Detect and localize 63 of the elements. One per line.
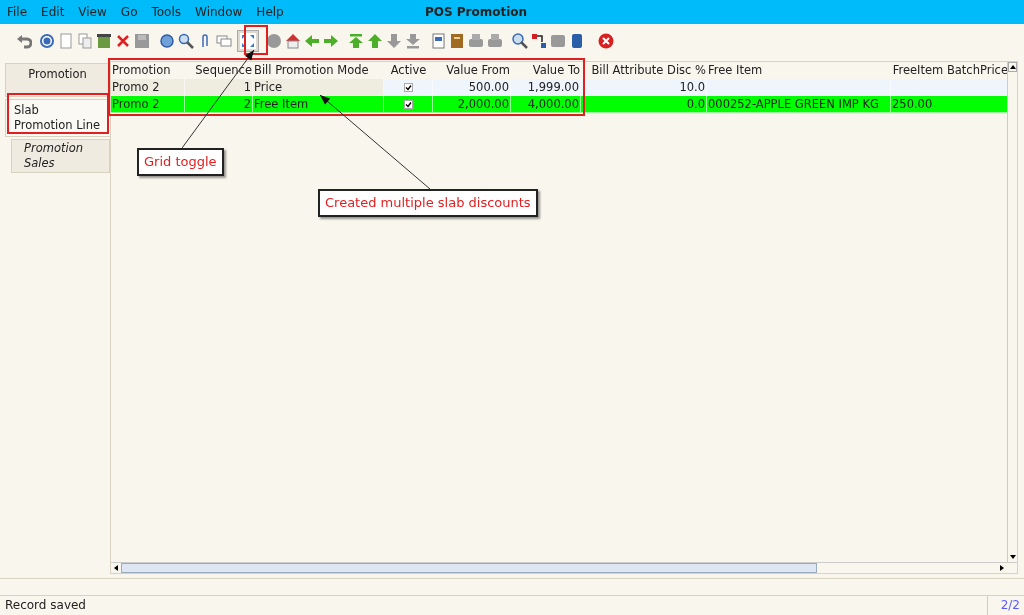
- report-icon[interactable]: [430, 33, 446, 49]
- column-header[interactable]: FreeItem BatchPrice: [891, 62, 1007, 79]
- table-cell: 000252-APPLE GREEN IMP KG: [707, 96, 891, 113]
- down-arrow-icon[interactable]: [386, 33, 402, 49]
- table-cell: 10.0: [581, 79, 707, 96]
- cabinet-icon[interactable]: [449, 33, 465, 49]
- record-count: 2/2: [999, 597, 1021, 614]
- status-message: Record saved: [0, 596, 988, 615]
- left-arrow-icon[interactable]: [304, 33, 320, 49]
- delete-cross-icon[interactable]: [115, 33, 131, 49]
- column-header[interactable]: Value From: [433, 62, 511, 79]
- table-cell: 0.0: [581, 96, 707, 113]
- callout-label: Created multiple slab discounts: [318, 189, 538, 217]
- column-header[interactable]: Value To: [511, 62, 581, 79]
- menu-item[interactable]: View: [78, 3, 107, 21]
- column-header[interactable]: Free Item: [707, 62, 891, 79]
- table-cell: 4,000.00: [511, 96, 581, 113]
- up-arrow-icon[interactable]: [367, 33, 383, 49]
- callout-label: Grid toggle: [137, 148, 224, 176]
- search-icon[interactable]: [178, 33, 194, 49]
- table-cell: 250.00: [891, 96, 1007, 113]
- checkbox[interactable]: [403, 82, 413, 92]
- menu-item[interactable]: Help: [256, 3, 284, 21]
- checkbox[interactable]: [403, 99, 413, 109]
- undo-icon[interactable]: [16, 33, 32, 49]
- column-header[interactable]: Promotion: [111, 62, 185, 79]
- first-record-icon[interactable]: [348, 33, 364, 49]
- table-cell: Price: [253, 79, 384, 96]
- table-cell: 1,999.00: [511, 79, 581, 96]
- close-icon[interactable]: [598, 33, 614, 49]
- column-header[interactable]: Bill Attribute Disc %: [581, 62, 707, 79]
- last-record-icon[interactable]: [405, 33, 421, 49]
- side-tab[interactable]: Promotion Sales: [11, 139, 110, 173]
- menu-item[interactable]: File: [7, 3, 28, 21]
- table-cell: Promo 2: [111, 79, 185, 96]
- table-cell: 2: [185, 96, 253, 113]
- vertical-scrollbar[interactable]: [1007, 62, 1017, 562]
- table-cell: Promo 2: [111, 96, 185, 113]
- menu-item[interactable]: Window: [195, 3, 243, 21]
- column-header[interactable]: Bill Promotion Mode: [253, 62, 384, 79]
- right-arrow-icon[interactable]: [323, 33, 339, 49]
- table-cell: 1: [185, 79, 253, 96]
- move-records-icon[interactable]: [531, 33, 547, 49]
- menu-item[interactable]: Tools: [151, 3, 182, 21]
- printer-icon[interactable]: [468, 33, 484, 49]
- menu-item[interactable]: Edit: [41, 3, 65, 21]
- side-tab[interactable]: Slab Promotion Line: [5, 99, 110, 137]
- table-cell: Free Item: [253, 96, 384, 113]
- printer-icon[interactable]: [487, 33, 503, 49]
- table-cell: 2,000.00: [433, 96, 511, 113]
- table-cell: 500.00: [433, 79, 511, 96]
- grid-toggle-button[interactable]: [237, 30, 259, 52]
- scroll-thumb[interactable]: [121, 563, 817, 573]
- menu-item[interactable]: Go: [120, 3, 138, 21]
- column-header[interactable]: Sequence: [185, 62, 253, 79]
- column-header[interactable]: Active: [384, 62, 433, 79]
- scroll-up-icon[interactable]: [1008, 62, 1017, 72]
- side-tab[interactable]: Promotion: [5, 63, 110, 97]
- zoom-icon[interactable]: [512, 33, 528, 49]
- home-icon[interactable]: [285, 33, 301, 49]
- window-title: POS Promotion: [425, 4, 528, 21]
- delete-bin-icon[interactable]: [96, 33, 112, 49]
- chat-icon[interactable]: [216, 33, 232, 49]
